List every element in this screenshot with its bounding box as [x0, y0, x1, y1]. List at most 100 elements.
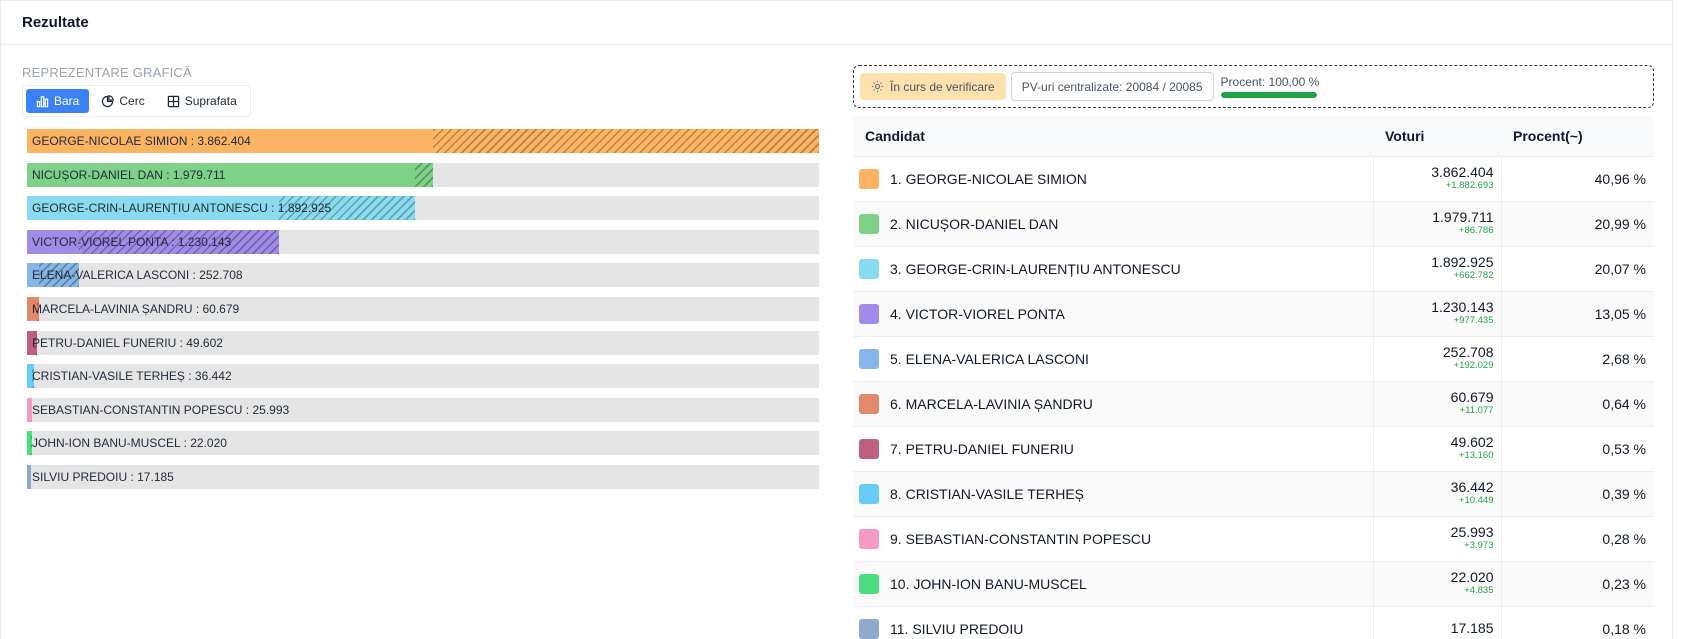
bar-row[interactable]: PETRU-DANIEL FUNERIU : 49.602: [27, 330, 819, 355]
view-pie-button[interactable]: Cerc: [91, 89, 154, 113]
candidate-rank-name: 2. NICUȘOR-DANIEL DAN: [890, 216, 1058, 232]
candidate-rank: 4.: [890, 305, 902, 322]
table-row[interactable]: 2. NICUȘOR-DANIEL DAN 1.979.711 +86.786 20,…: [853, 201, 1654, 247]
votes-cell: 36.442 +10.449: [1372, 471, 1502, 517]
page-title: Rezultate: [22, 14, 89, 31]
candidate: 6. MARCELA-LAVINIA ȘANDRU: [859, 393, 1365, 414]
votes-cell: 49.602 +13.160: [1372, 426, 1502, 472]
area-chart-icon: [167, 95, 179, 107]
table-row[interactable]: 3. GEORGE-CRIN-LAURENȚIU ANTONESCU 1.892.…: [853, 246, 1654, 292]
status-bar: În curs de verificare PV-uri centralizat…: [853, 65, 1654, 108]
bar-row[interactable]: SILVIU PREDOIU : 17.185: [27, 464, 819, 489]
votes-delta: +977.435: [1453, 315, 1494, 326]
percent-cell: 20,99 %: [1501, 201, 1654, 247]
percent-cell: 0,64 %: [1501, 381, 1654, 427]
candidate: 10. JOHN-ION BANU-MUSCEL: [859, 573, 1365, 594]
votes-value: 22.020: [1450, 569, 1494, 585]
pv-count-badge: PV-uri centralizate: 20084 / 20085: [1010, 72, 1214, 101]
bar-label: GEORGE-NICOLAE SIMION : 3.862.404: [32, 134, 251, 148]
candidate-color-swatch: [859, 303, 879, 324]
table-row[interactable]: 5. ELENA-VALERICA LASCONI 252.708 +192.029…: [853, 336, 1654, 382]
pie-chart-icon: [102, 94, 115, 107]
candidate-name: SEBASTIAN-CONSTANTIN POPESCU: [905, 530, 1152, 547]
table-row[interactable]: 10. JOHN-ION BANU-MUSCEL 22.020 +4.835 0,23…: [853, 561, 1654, 607]
votes-delta: +192.029: [1453, 360, 1494, 371]
bar-row[interactable]: VICTOR-VIOREL PONTA : 1.230.143: [27, 229, 819, 254]
table-row[interactable]: 7. PETRU-DANIEL FUNERIU 49.602 +13.160 0,53…: [853, 426, 1654, 472]
candidate-color-swatch: [859, 528, 879, 549]
view-bar-button[interactable]: Bara: [26, 89, 90, 113]
gear-check-icon: [871, 80, 884, 93]
header-percent[interactable]: Procent(~): [1501, 116, 1654, 157]
view-bar-label: Bara: [54, 94, 80, 108]
candidate: 8. CRISTIAN-VASILE TERHEȘ: [859, 483, 1365, 504]
candidate-rank: 10.: [890, 575, 910, 592]
candidate-cell: 6. MARCELA-LAVINIA ȘANDRU: [853, 381, 1373, 427]
bar-row[interactable]: GEORGE-CRIN-LAURENȚIU ANTONESCU : 1.892.…: [27, 196, 819, 221]
procent-progress-track: [1220, 92, 1317, 98]
candidate-color-swatch: [859, 438, 879, 459]
percent-cell: 2,68 %: [1501, 336, 1654, 382]
view-pie-label: Cerc: [119, 94, 145, 108]
candidate: 11. SILVIU PREDOIU: [859, 618, 1365, 639]
chart-section: REPREZENTARE GRAFICĂ Bara Cerc Suprafata…: [22, 65, 822, 499]
bar-row[interactable]: NICUȘOR-DANIEL DAN : 1.979.711: [27, 162, 819, 187]
candidate: 5. ELENA-VALERICA LASCONI: [859, 348, 1365, 369]
votes-value: 17.185: [1450, 620, 1494, 636]
table-row[interactable]: 9. SEBASTIAN-CONSTANTIN POPESCU 25.993 +3.…: [853, 516, 1654, 562]
bar-fill: [27, 464, 31, 489]
candidate-rank: 11.: [890, 620, 909, 637]
candidate-rank: 8.: [890, 485, 902, 502]
votes-value: 3.862.404: [1431, 164, 1494, 180]
table-row[interactable]: 4. VICTOR-VIOREL PONTA 1.230.143 +977.435 1…: [853, 291, 1654, 337]
votes-delta: +13.160: [1458, 450, 1494, 461]
votes-value: 36.442: [1450, 479, 1494, 495]
bar-row[interactable]: MARCELA-LAVINIA ȘANDRU : 60.679: [27, 296, 819, 321]
votes-cell: 22.020 +4.835: [1372, 561, 1502, 607]
bar-row[interactable]: JOHN-ION BANU-MUSCEL : 22.020: [27, 431, 819, 456]
bar-label: SEBASTIAN-CONSTANTIN POPESCU : 25.993: [32, 402, 290, 417]
bar-chart-icon: [36, 95, 49, 107]
bar-row[interactable]: CRISTIAN-VASILE TERHEȘ : 36.442: [27, 364, 819, 389]
header-votes[interactable]: Voturi: [1373, 116, 1501, 157]
candidate-rank-name: 3. GEORGE-CRIN-LAURENȚIU ANTONESCU: [890, 261, 1181, 277]
votes-value: 1.230.143: [1431, 299, 1494, 315]
candidate: 7. PETRU-DANIEL FUNERIU: [859, 438, 1365, 459]
votes-delta: +4.835: [1464, 585, 1494, 596]
candidate-rank: 9.: [890, 530, 902, 547]
candidate-name: SILVIU PREDOIU: [912, 620, 1024, 637]
candidate-rank-name: 5. ELENA-VALERICA LASCONI: [890, 351, 1089, 367]
table-row[interactable]: 8. CRISTIAN-VASILE TERHEȘ 36.442 +10.449 0,…: [853, 471, 1654, 517]
candidate: 3. GEORGE-CRIN-LAURENȚIU ANTONESCU: [859, 258, 1365, 279]
votes-delta: +10.449: [1458, 495, 1494, 506]
bar-row[interactable]: SEBASTIAN-CONSTANTIN POPESCU : 25.993: [27, 397, 819, 422]
candidate-cell: 2. NICUȘOR-DANIEL DAN: [853, 201, 1373, 247]
bar-row[interactable]: GEORGE-NICOLAE SIMION : 3.862.404: [27, 129, 819, 153]
candidate-color-swatch: [859, 393, 879, 414]
candidate-name: CRISTIAN-VASILE TERHEȘ: [905, 485, 1084, 502]
candidate-cell: 8. CRISTIAN-VASILE TERHEȘ: [853, 471, 1373, 517]
bar-chart: GEORGE-NICOLAE SIMION : 3.862.404 NICUȘOR…: [27, 129, 819, 489]
votes-value: 1.979.711: [1432, 209, 1494, 225]
view-area-button[interactable]: Suprafata: [157, 89, 247, 113]
candidate-rank-name: 6. MARCELA-LAVINIA ȘANDRU: [890, 396, 1093, 412]
bar-row[interactable]: ELENA-VALERICA LASCONI : 252.708: [27, 263, 819, 288]
header-candidate[interactable]: Candidat: [853, 116, 1373, 157]
percent-cell: 0,39 %: [1501, 471, 1654, 517]
votes-delta: +11.077: [1459, 405, 1494, 416]
candidate-rank-name: 9. SEBASTIAN-CONSTANTIN POPESCU: [890, 531, 1151, 547]
results-panel: În curs de verificare PV-uri centralizat…: [853, 65, 1654, 639]
table-row[interactable]: 11. SILVIU PREDOIU 17.185 0,18 %: [853, 606, 1654, 639]
votes-cell: 60.679 +11.077: [1372, 381, 1502, 427]
bar-label: CRISTIAN-VASILE TERHEȘ : 36.442: [32, 369, 232, 384]
card-header: Rezultate: [1, 1, 1672, 45]
votes-cell: 252.708 +192.029: [1372, 336, 1502, 382]
votes-value: 49.602: [1450, 434, 1494, 450]
votes-cell: 1.892.925 +662.782: [1372, 246, 1502, 292]
percent-cell: 20,07 %: [1501, 246, 1654, 292]
candidate: 2. NICUȘOR-DANIEL DAN: [859, 213, 1365, 234]
candidate: 1. GEORGE-NICOLAE SIMION: [859, 168, 1365, 189]
candidate-name: PETRU-DANIEL FUNERIU: [905, 440, 1074, 457]
table-row[interactable]: 1. GEORGE-NICOLAE SIMION 3.862.404 +1.882.…: [853, 156, 1654, 202]
table-row[interactable]: 6. MARCELA-LAVINIA ȘANDRU 60.679 +11.077 0,…: [853, 381, 1654, 427]
